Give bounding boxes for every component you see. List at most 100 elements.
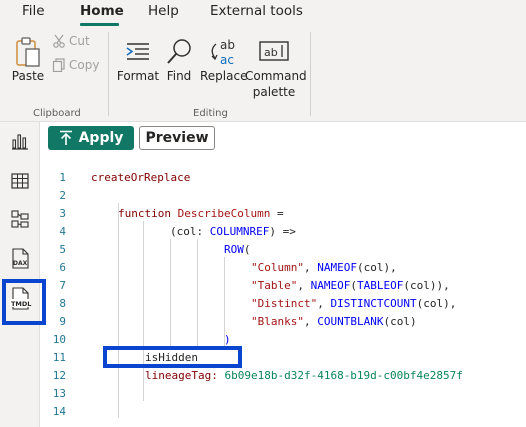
dax-query-view-button[interactable]: DAX — [7, 246, 33, 272]
line-number: 5 — [59, 243, 66, 256]
format-button[interactable]: Format — [116, 36, 160, 84]
function-token: NAMEOF — [317, 261, 357, 274]
code-line-4: (col: COLUMNREF) => — [170, 225, 296, 238]
format-label: Format — [116, 69, 160, 83]
code-line-9: "Blanks", COUNTBLANK(col) — [251, 315, 417, 328]
menu-home[interactable]: Home — [80, 3, 124, 19]
search-icon — [167, 39, 191, 64]
line-number: 8 — [59, 297, 66, 310]
paste-button[interactable]: Paste — [8, 36, 48, 84]
string-literal: "Column" — [251, 261, 304, 274]
code-line-10: ) — [224, 333, 231, 346]
line-number: 1 — [59, 171, 66, 184]
param-type: COLUMNREF — [209, 225, 270, 238]
line-number: 3 — [59, 207, 66, 220]
function-token: DISTINCTCOUNT — [330, 297, 417, 310]
args: (col), — [356, 261, 397, 274]
line-number: 11 — [52, 351, 66, 364]
clipboard-group-label: Clipboard — [33, 108, 81, 119]
command-palette-icon: ab — [259, 41, 289, 61]
line-number: 13 — [52, 387, 66, 400]
copy-icon — [52, 58, 65, 72]
table-view-icon[interactable] — [9, 170, 31, 192]
open-paren: ( — [350, 279, 357, 292]
function-token: NAMEOF — [310, 279, 351, 292]
function-name: DescribeColumn — [177, 207, 271, 220]
cut-label: Cut — [69, 34, 90, 48]
line-number: 6 — [59, 261, 66, 274]
menu-help[interactable]: Help — [148, 3, 179, 19]
indent-guide — [143, 221, 144, 401]
function-token: TABLEOF — [356, 279, 404, 292]
paste-icon — [16, 37, 40, 67]
line-number: 14 — [52, 405, 66, 418]
open-paren: ( — [243, 243, 251, 256]
indent-guide — [118, 203, 119, 418]
indent-guide — [170, 239, 171, 347]
ribbon-separator — [108, 32, 109, 116]
separator: , — [317, 297, 331, 310]
command-palette-label-line2: palette — [252, 85, 296, 99]
replace-button[interactable]: ab ac Replace — [200, 36, 248, 84]
line-number: 12 — [52, 369, 66, 382]
property-value: 6b09e18b-d32f-4168-b19d-c00bf4e2857f — [217, 369, 463, 382]
line-number: 10 — [52, 333, 66, 346]
copy-label: Copy — [69, 58, 100, 72]
replace-label: Replace — [200, 69, 248, 83]
svg-text:ac: ac — [220, 53, 234, 67]
args: (col), — [416, 297, 457, 310]
property-key: lineageTag: — [145, 369, 218, 382]
string-literal: "Table" — [251, 279, 298, 292]
scissors-icon — [53, 34, 65, 48]
separator: , — [303, 315, 318, 328]
equals-token: = — [270, 207, 284, 220]
args: (col)), — [403, 279, 450, 292]
dax-view-label: DAX — [13, 260, 28, 267]
find-button[interactable]: Find — [163, 36, 195, 84]
separator: , — [303, 261, 318, 274]
copy-button[interactable]: Copy — [52, 58, 99, 72]
code-line-3: function DescribeColumn = — [118, 207, 284, 220]
code-line-12: lineageTag: 6b09e18b-d32f-4168-b19d-c00b… — [145, 369, 463, 382]
apply-label: Apply — [78, 130, 124, 146]
param-close: ) => — [269, 225, 296, 238]
ishidden-highlight — [103, 346, 242, 368]
string-literal: "Blanks" — [251, 315, 304, 328]
args: (col) — [383, 315, 417, 328]
svg-text:ab: ab — [220, 38, 235, 52]
code-line-8: "Distinct", DISTINCTCOUNT(col), — [251, 297, 456, 310]
svg-text:ab: ab — [264, 46, 278, 59]
code-line-6: "Column", NAMEOF(col), — [251, 261, 397, 274]
param-open: (col: — [170, 225, 210, 238]
line-number: 4 — [59, 225, 66, 238]
indent-guide — [197, 239, 198, 347]
arrow-up-icon — [59, 130, 72, 145]
preview-button[interactable]: Preview — [139, 126, 215, 150]
command-palette-button[interactable]: ab Command palette — [245, 36, 307, 100]
code-line-5: ROW( — [224, 243, 251, 256]
find-label: Find — [166, 69, 192, 83]
string-literal: "Distinct" — [251, 297, 318, 310]
function-token: COUNTBLANK — [317, 315, 384, 328]
menu-external-tools[interactable]: External tools — [210, 3, 303, 19]
preview-label: Preview — [145, 130, 209, 146]
cut-button[interactable]: Cut — [52, 34, 90, 48]
code-line-1: createOrReplace — [91, 171, 191, 184]
apply-button[interactable]: Apply — [48, 126, 134, 150]
code-editor[interactable]: 1 2 3 4 5 6 7 8 9 10 11 12 13 14 createOrReplace func… — [40, 156, 526, 427]
row-function: ROW — [224, 243, 244, 256]
menu-file[interactable]: File — [22, 3, 45, 19]
editing-group-label: Editing — [193, 108, 228, 119]
function-keyword: function — [118, 207, 171, 220]
line-number: 7 — [59, 279, 66, 292]
separator: , — [297, 279, 311, 292]
paste-label: Paste — [11, 69, 45, 83]
view-rail: DAX TMDL — [0, 122, 40, 427]
dax-view-icon — [12, 248, 29, 269]
model-view-icon[interactable] — [9, 208, 31, 230]
report-view-icon[interactable] — [9, 130, 31, 152]
line-number: 9 — [59, 315, 66, 328]
replace-icon: ab ac — [211, 38, 235, 67]
ribbon: Paste Cut Copy Clipboard Format Find ab … — [0, 26, 526, 122]
code-line-7: "Table", NAMEOF(TABLEOF(col)), — [251, 279, 450, 292]
